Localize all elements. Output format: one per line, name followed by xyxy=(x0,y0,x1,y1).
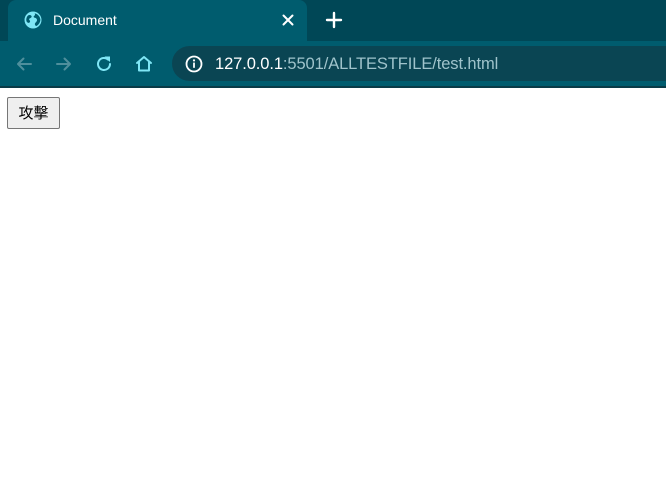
back-button[interactable] xyxy=(12,52,36,76)
tab-title: Document xyxy=(53,12,117,28)
url-text[interactable]: 127.0.0.1:5501/ALLTESTFILE/test.html xyxy=(215,54,498,74)
tab-strip: Document xyxy=(0,0,666,41)
attack-button[interactable]: 攻擊 xyxy=(7,97,60,129)
page-content: 攻擊 xyxy=(0,88,666,490)
browser-window: Document 127.0.0.1:5501/ALLTESTFILE/test… xyxy=(0,0,666,490)
url-host: 127.0.0.1 xyxy=(215,55,283,73)
browser-toolbar: 127.0.0.1:5501/ALLTESTFILE/test.html xyxy=(0,41,666,86)
url-path: :5501/ALLTESTFILE/test.html xyxy=(282,55,499,73)
address-bar[interactable]: 127.0.0.1:5501/ALLTESTFILE/test.html xyxy=(172,46,666,81)
forward-button[interactable] xyxy=(52,52,76,76)
home-button[interactable] xyxy=(132,52,156,76)
tab-document[interactable]: Document xyxy=(8,0,307,41)
info-icon[interactable] xyxy=(184,54,204,74)
new-tab-button[interactable] xyxy=(322,8,346,32)
globe-icon xyxy=(24,11,42,29)
reload-button[interactable] xyxy=(92,52,116,76)
close-icon[interactable] xyxy=(278,10,298,30)
